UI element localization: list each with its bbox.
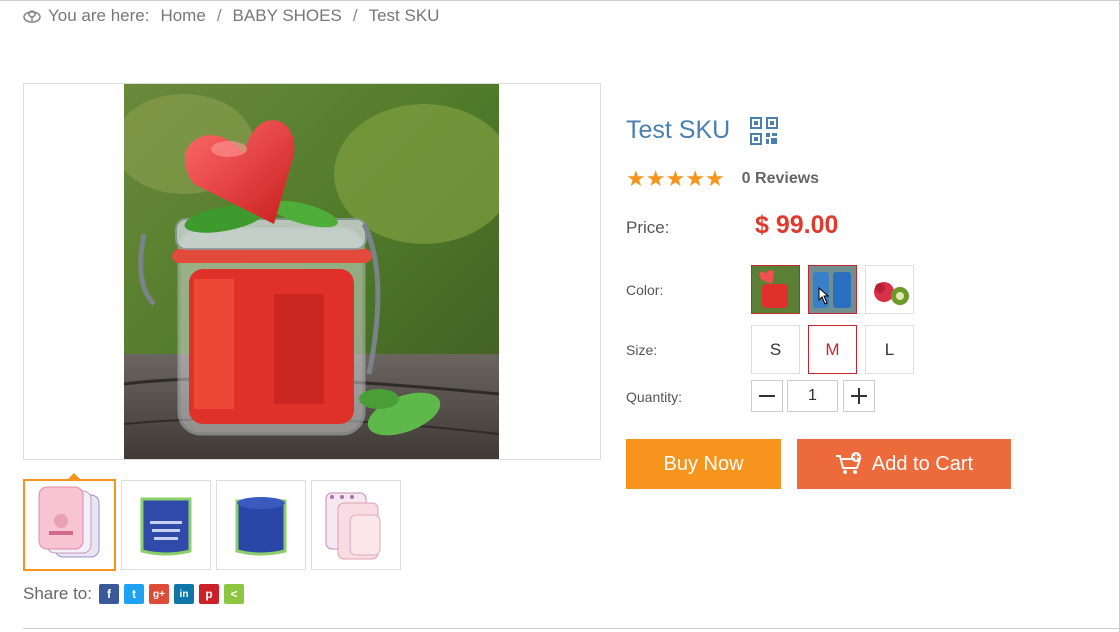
breadcrumb-prefix: You are here:	[48, 6, 150, 25]
share-label: Share to:	[23, 584, 92, 603]
product-photo	[124, 84, 499, 459]
breadcrumb-home-link[interactable]: Home	[160, 6, 205, 26]
add-to-cart-button[interactable]: Add to Cart	[797, 439, 1011, 489]
location-icon	[23, 10, 41, 23]
google-plus-icon[interactable]: g+	[149, 584, 169, 604]
sharethis-icon[interactable]: <	[224, 584, 244, 604]
product-title: Test SKU	[626, 116, 731, 144]
rating-row: ★ ★ ★ ★ ★ 0 Reviews	[626, 166, 819, 191]
star-icon: ★	[645, 166, 666, 191]
share-bar: Share to: f t g+ in p <	[23, 584, 244, 604]
linkedin-icon[interactable]: in	[174, 584, 194, 604]
quantity-label: Quantity:	[626, 389, 683, 405]
twitter-icon[interactable]: t	[124, 584, 144, 604]
product-title-row: Test SKU	[626, 116, 779, 145]
price-value: $ 99.00	[755, 211, 839, 239]
price-label: Price:	[626, 218, 670, 237]
star-icon: ★	[704, 166, 725, 191]
breadcrumb-separator: /	[352, 6, 358, 25]
quantity-increase-button[interactable]	[843, 380, 875, 412]
size-option-s[interactable]: S	[751, 325, 800, 374]
thumbnail-3[interactable]	[216, 480, 306, 570]
color-swatch-jar[interactable]	[751, 265, 800, 314]
star-icon: ★	[665, 166, 686, 191]
thumbnail-2[interactable]	[121, 480, 211, 570]
pinterest-icon[interactable]: p	[199, 584, 219, 604]
color-swatch-blue[interactable]	[808, 265, 857, 314]
size-label: Size:	[626, 342, 658, 358]
add-to-cart-label: Add to Cart	[871, 452, 974, 475]
breadcrumb-current: Test SKU	[368, 6, 440, 25]
thumbnail-1[interactable]	[23, 473, 116, 571]
main-product-image[interactable]	[23, 83, 601, 460]
reviews-link[interactable]: 0 Reviews	[742, 170, 819, 188]
breadcrumb-category-link[interactable]: BABY SHOES	[233, 6, 342, 26]
buy-now-button[interactable]: Buy Now	[626, 439, 781, 489]
size-option-l[interactable]: L	[865, 325, 914, 374]
star-icon: ★	[626, 166, 646, 191]
breadcrumb-separator: /	[216, 6, 222, 25]
active-thumbnail-caret	[67, 473, 81, 480]
facebook-icon[interactable]: f	[99, 584, 119, 604]
color-label: Color:	[626, 282, 664, 298]
breadcrumb: You are here: Home / BABY SHOES / Test S…	[23, 6, 439, 26]
thumbnail-strip	[23, 473, 406, 571]
color-swatch-fruit[interactable]	[865, 265, 914, 314]
star-icon: ★	[685, 166, 705, 191]
minus-icon	[759, 395, 775, 397]
add-cart-icon	[835, 452, 862, 474]
qr-code-icon[interactable]	[750, 116, 779, 145]
size-option-m[interactable]: M	[808, 325, 857, 374]
thumbnail-4[interactable]	[311, 480, 401, 570]
buy-now-label: Buy Now	[663, 452, 744, 475]
quantity-input[interactable]	[787, 380, 838, 412]
divider	[23, 628, 1120, 629]
plus-icon	[851, 388, 867, 404]
quantity-decrease-button[interactable]	[751, 380, 783, 412]
